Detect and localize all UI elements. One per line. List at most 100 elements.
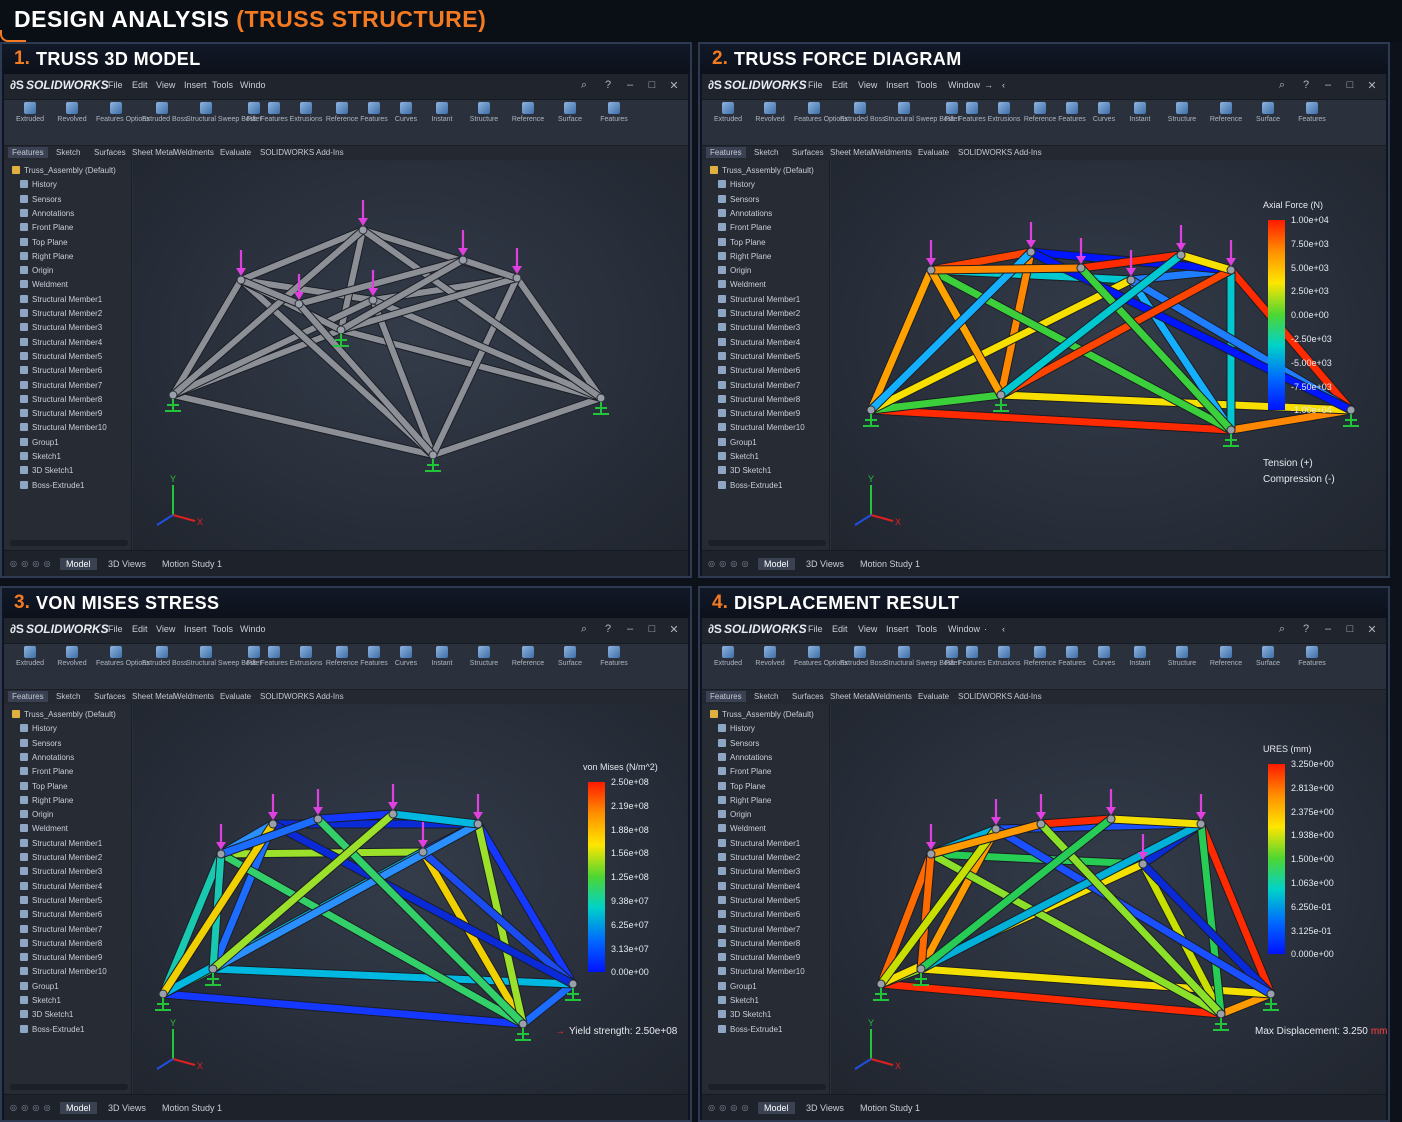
- toolbar-button[interactable]: Curves: [1084, 646, 1124, 688]
- tree-item[interactable]: Structural Member7: [20, 380, 102, 394]
- navigation-icons[interactable]: ◎ ◎ ◎ ◎: [708, 1103, 750, 1112]
- bottom-tab-1[interactable]: 3D Views: [102, 558, 152, 570]
- bottom-tab-2[interactable]: Motion Study 1: [156, 558, 228, 570]
- tab-4[interactable]: Weldments: [868, 147, 916, 158]
- menu-item[interactable]: Tools: [212, 80, 233, 90]
- toolbar-button[interactable]: Curves: [1084, 102, 1124, 144]
- tree-item[interactable]: 3D Sketch1: [718, 1010, 771, 1023]
- tree-item[interactable]: Boss-Extrude1: [20, 1024, 84, 1038]
- tree-item[interactable]: Structural Member4: [20, 337, 102, 351]
- menu-item[interactable]: File: [808, 80, 823, 90]
- tab-6[interactable]: SOLIDWORKS Add-Ins: [256, 691, 348, 702]
- tree-item[interactable]: Structural Member1: [20, 838, 102, 852]
- tree-item[interactable]: Structural Member9: [20, 409, 102, 422]
- toolbar-button[interactable]: Structural Sweep Boss: [884, 646, 955, 688]
- tree-item[interactable]: Structural Member9: [718, 953, 800, 966]
- tab-4[interactable]: Weldments: [868, 691, 916, 702]
- tree-item[interactable]: Structural Member6: [20, 910, 102, 923]
- bottom-tab-0[interactable]: Model: [60, 558, 97, 570]
- search-icon[interactable]: ⌕: [577, 623, 591, 636]
- toolbar-button[interactable]: Features: [1292, 102, 1332, 144]
- tree-scrollbar[interactable]: [708, 1084, 826, 1090]
- tree-item[interactable]: Structural Member4: [20, 881, 102, 895]
- minimize-icon[interactable]: –: [1321, 79, 1335, 91]
- tree-scrollbar[interactable]: [10, 1084, 128, 1090]
- tab-1[interactable]: Sketch: [750, 691, 782, 702]
- tree-item[interactable]: Structural Member2: [718, 853, 800, 866]
- menu-item[interactable]: Window: [948, 624, 980, 634]
- toolbar-button[interactable]: Features Options: [794, 102, 848, 144]
- minimize-icon[interactable]: –: [623, 623, 637, 635]
- tree-item[interactable]: 3D Sketch1: [718, 466, 771, 479]
- tree-item[interactable]: Group1: [718, 437, 757, 451]
- menu-item[interactable]: ·: [984, 624, 987, 634]
- menu-item[interactable]: Window: [948, 80, 980, 90]
- tree-item[interactable]: Structural Member10: [20, 423, 107, 436]
- tab-1[interactable]: Sketch: [750, 147, 782, 158]
- truss-member[interactable]: [867, 406, 1235, 434]
- menu-item[interactable]: Edit: [832, 80, 848, 90]
- tree-item[interactable]: Sketch1: [718, 996, 759, 1009]
- tree-item[interactable]: Structural Member8: [718, 394, 800, 408]
- navigation-icons[interactable]: ◎ ◎ ◎ ◎: [708, 559, 750, 568]
- tree-scrollbar[interactable]: [10, 540, 128, 546]
- toolbar-button[interactable]: Instant: [422, 102, 462, 144]
- tab-6[interactable]: SOLIDWORKS Add-Ins: [256, 147, 348, 158]
- maximize-icon[interactable]: □: [645, 79, 659, 91]
- tree-item[interactable]: Sensors: [718, 194, 759, 208]
- tree-item[interactable]: Weldment: [20, 280, 68, 293]
- menu-item[interactable]: Windo: [240, 624, 266, 634]
- menu-item[interactable]: View: [858, 80, 877, 90]
- tree-item[interactable]: Structural Member2: [20, 853, 102, 866]
- navigation-icons[interactable]: ◎ ◎ ◎ ◎: [10, 559, 52, 568]
- toolbar-button[interactable]: Extruded Boss: [142, 102, 188, 144]
- tree-item[interactable]: Structural Member2: [718, 309, 800, 322]
- tree-item[interactable]: Boss-Extrude1: [20, 480, 84, 494]
- tree-item[interactable]: Structural Member10: [20, 967, 107, 980]
- tree-item[interactable]: Annotations: [718, 208, 772, 222]
- tree-item[interactable]: Front Plane: [718, 223, 771, 236]
- toolbar-button[interactable]: Structural Sweep Boss: [884, 102, 955, 144]
- tree-item[interactable]: Right Plane: [20, 795, 73, 809]
- toolbar-button[interactable]: Surface: [550, 102, 590, 144]
- tree-item[interactable]: Sketch1: [20, 996, 61, 1009]
- tree-item[interactable]: Annotations: [20, 752, 74, 766]
- tree-item[interactable]: Annotations: [718, 752, 772, 766]
- tree-item[interactable]: Weldment: [718, 280, 766, 293]
- toolbar-button[interactable]: Extrusions: [286, 646, 326, 688]
- toolbar-button[interactable]: Reference: [1206, 102, 1246, 144]
- tree-item[interactable]: Structural Member10: [718, 967, 805, 980]
- menu-item[interactable]: View: [156, 624, 175, 634]
- tree-item[interactable]: Structural Member7: [718, 380, 800, 394]
- tree-item[interactable]: Top Plane: [718, 781, 766, 795]
- tab-0[interactable]: Features: [706, 691, 746, 702]
- menu-item[interactable]: Edit: [132, 624, 148, 634]
- search-icon[interactable]: ⌕: [577, 79, 591, 92]
- tree-item[interactable]: Group1: [718, 981, 757, 995]
- tree-item[interactable]: Structural Member1: [20, 294, 102, 308]
- tree-item[interactable]: Structural Member1: [718, 294, 800, 308]
- tree-item[interactable]: Structural Member5: [20, 351, 102, 365]
- toolbar-button[interactable]: Instant: [422, 646, 462, 688]
- search-icon[interactable]: ⌕: [1275, 623, 1289, 636]
- tree-item[interactable]: Structural Member6: [718, 910, 800, 923]
- menu-item[interactable]: Insert: [184, 80, 207, 90]
- tree-item[interactable]: Structural Member9: [718, 409, 800, 422]
- tab-2[interactable]: Surfaces: [788, 147, 828, 158]
- menu-item[interactable]: Edit: [132, 80, 148, 90]
- tab-2[interactable]: Surfaces: [788, 691, 828, 702]
- tree-item[interactable]: Sensors: [20, 738, 61, 752]
- bottom-tab-2[interactable]: Motion Study 1: [156, 1102, 228, 1114]
- tab-6[interactable]: SOLIDWORKS Add-Ins: [954, 147, 1046, 158]
- minimize-icon[interactable]: –: [1321, 623, 1335, 635]
- tree-item[interactable]: Boss-Extrude1: [718, 480, 782, 494]
- tree-item[interactable]: Group1: [20, 981, 59, 995]
- menu-item[interactable]: Insert: [886, 624, 909, 634]
- tree-item[interactable]: Structural Member4: [718, 881, 800, 895]
- tree-scrollbar[interactable]: [708, 540, 826, 546]
- tree-item[interactable]: Weldment: [20, 824, 68, 837]
- tree-item[interactable]: Structural Member1: [718, 838, 800, 852]
- toolbar-button[interactable]: Curves: [386, 102, 426, 144]
- toolbar-button[interactable]: Extruded: [10, 102, 50, 144]
- toolbar-button[interactable]: Structure: [1162, 102, 1202, 144]
